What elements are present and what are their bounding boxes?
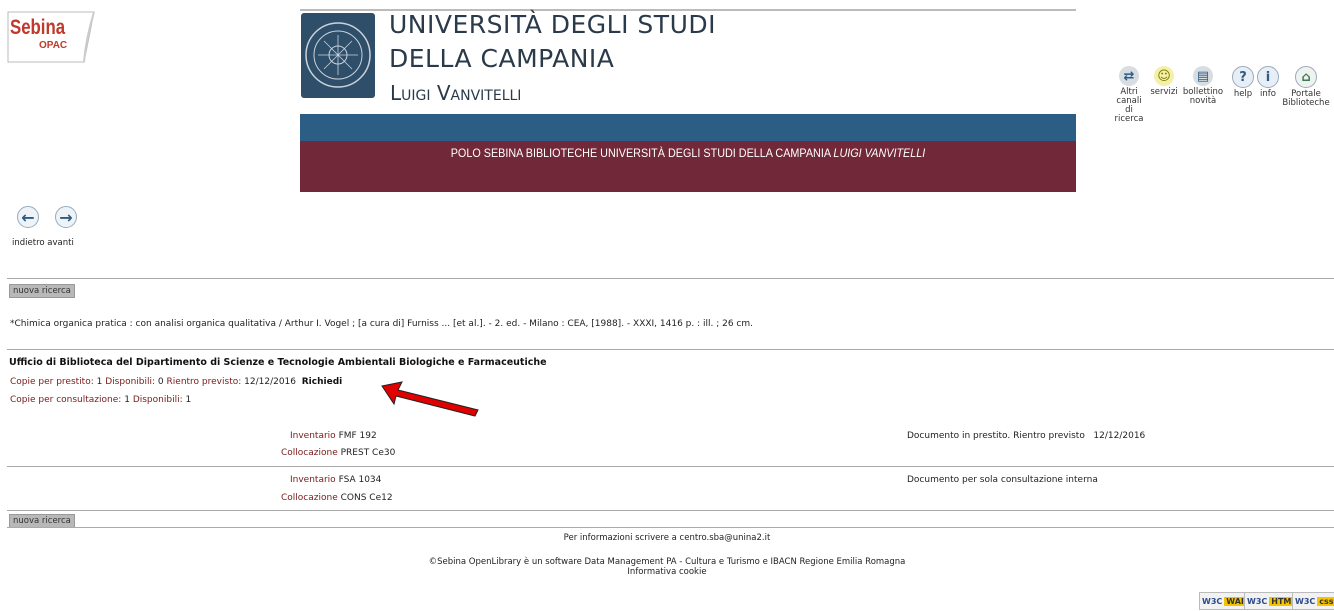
nav-labels: indietro avanti xyxy=(12,238,74,248)
info-icon: i xyxy=(1257,66,1279,88)
divider xyxy=(7,527,1334,528)
polo-title: POLO SEBINA BIBLIOTECHE UNIVERSITÀ DEGLI… xyxy=(339,146,1037,160)
consultazione-disp-label: Disponibili: xyxy=(132,395,183,405)
servizi-button[interactable]: ☺ servizi xyxy=(1148,66,1180,97)
prestito-label: Copie per prestito: xyxy=(10,377,94,387)
question-icon: ? xyxy=(1232,66,1254,88)
copy-2-collocazione: Collocazione CONS Ce12 xyxy=(281,493,393,503)
footer-info: Per informazioni scrivere a centro.sba@u… xyxy=(0,533,1334,543)
arrow-left-icon: ← xyxy=(17,206,39,228)
prestito-row: Copie per prestito: 1 Disponibili: 0 Rie… xyxy=(10,377,342,387)
w3c-label: W3C xyxy=(1295,596,1316,606)
w3c-label: W3C xyxy=(1202,596,1223,606)
css-tag: css xyxy=(1317,596,1334,606)
inventario-label: Inventario xyxy=(290,431,336,441)
nuova-ricerca-button-bottom[interactable]: nuova ricerca xyxy=(9,514,75,528)
copy-2-status: Documento per sola consultazione interna xyxy=(907,475,1098,485)
consultazione-disp: 1 xyxy=(185,395,192,405)
w3c-label: W3C xyxy=(1247,596,1268,606)
copy-2-inventario: Inventario FSA 1034 xyxy=(290,475,381,485)
info-label: info xyxy=(1260,89,1276,99)
portale-label: Portale Biblioteche xyxy=(1282,89,1330,108)
back-button[interactable]: ← xyxy=(17,206,39,228)
back-label[interactable]: indietro xyxy=(12,238,45,248)
arrow-right-icon: → xyxy=(55,206,77,228)
polo-title-main: POLO SEBINA BIBLIOTECHE UNIVERSITÀ DEGLI… xyxy=(450,146,834,160)
collocazione-label: Collocazione xyxy=(281,448,338,458)
consultazione-label: Copie per consultazione: xyxy=(10,395,122,405)
footer-copyright-text: ©Sebina OpenLibrary è un software xyxy=(428,557,585,567)
inventario-label: Inventario xyxy=(290,475,336,485)
collocazione-value: PREST Ce30 xyxy=(340,448,396,458)
bollettino-button[interactable]: ▤ bollettino novità xyxy=(1181,66,1225,106)
polo-title-italic: LUIGI VANVITELLI xyxy=(833,146,926,160)
divider xyxy=(7,466,1334,467)
prestito-disp: 0 xyxy=(157,377,164,387)
collocazione-label: Collocazione xyxy=(281,493,338,503)
nuova-ricerca-button-top[interactable]: nuova ricerca xyxy=(9,284,75,298)
help-label: help xyxy=(1233,89,1253,99)
copy-1-inventario: Inventario FMF 192 xyxy=(290,431,377,441)
footer-copyright: ©Sebina OpenLibrary è un software Data M… xyxy=(0,557,1334,567)
portale-biblioteche-button[interactable]: ⌂ Portale Biblioteche xyxy=(1282,66,1330,108)
rientro-date: 12/12/2016 xyxy=(244,377,297,387)
inventario-value: FSA 1034 xyxy=(338,475,382,485)
collocazione-value: CONS Ce12 xyxy=(340,493,393,503)
footer-copyright-link[interactable]: Data Management PA - Cultura e Turismo e… xyxy=(585,557,906,567)
richiedi-link[interactable]: Richiedi xyxy=(302,377,342,387)
red-arrow-icon xyxy=(381,381,479,417)
consultazione-row: Copie per consultazione: 1 Disponibili: … xyxy=(10,395,191,405)
smiley-icon: ☺ xyxy=(1154,66,1174,86)
university-name-line2: DELLA CAMPANIA xyxy=(389,44,615,73)
consultazione-count: 1 xyxy=(124,395,130,405)
home-icon: ⌂ xyxy=(1295,66,1317,88)
divider xyxy=(7,510,1334,511)
footer-info-text: Per informazioni scrivere a xyxy=(563,533,680,543)
banner-blue-stripe xyxy=(300,114,1076,141)
university-name-line1: UNIVERSITÀ DEGLI STUDI xyxy=(389,10,716,39)
altri-canali-label: Altri canali di ricerca xyxy=(1114,87,1144,124)
copy-1-collocazione: Collocazione PREST Ce30 xyxy=(281,448,395,458)
channels-icon: ⇄ xyxy=(1119,66,1139,86)
footer-email-link[interactable]: centro.sba@unina2.it xyxy=(680,533,771,543)
help-button[interactable]: ? help xyxy=(1232,66,1254,99)
inventario-value: FMF 192 xyxy=(338,431,377,441)
record-description: *Chimica organica pratica : con analisi … xyxy=(10,319,753,329)
copy-1-status: Documento in prestito. Rientro previsto … xyxy=(907,431,1146,441)
altri-canali-button[interactable]: ⇄ Altri canali di ricerca xyxy=(1114,66,1144,124)
forward-button[interactable]: → xyxy=(55,206,77,228)
divider xyxy=(7,349,1334,350)
bollettino-label: bollettino novità xyxy=(1182,87,1224,106)
info-button[interactable]: i info xyxy=(1257,66,1279,99)
university-name-line3: Luigi Vanvitelli xyxy=(390,81,522,105)
servizi-label: servizi xyxy=(1150,87,1178,97)
logo-sebina-text: Sebina xyxy=(10,16,66,39)
w3c-css-badge[interactable]: W3C css xyxy=(1292,592,1334,610)
forward-label[interactable]: avanti xyxy=(47,238,74,248)
newspaper-icon: ▤ xyxy=(1193,66,1213,86)
rientro-label: Rientro previsto: xyxy=(166,377,242,387)
footer-cookie-link[interactable]: Informativa cookie xyxy=(0,567,1334,577)
divider xyxy=(7,278,1334,279)
library-name: Ufficio di Biblioteca del Dipartimento d… xyxy=(9,357,547,368)
prestito-count: 1 xyxy=(96,377,103,387)
prestito-disp-label: Disponibili: xyxy=(105,377,156,387)
logo-opac-text: OPAC xyxy=(39,40,68,51)
university-seal-icon xyxy=(301,13,375,98)
